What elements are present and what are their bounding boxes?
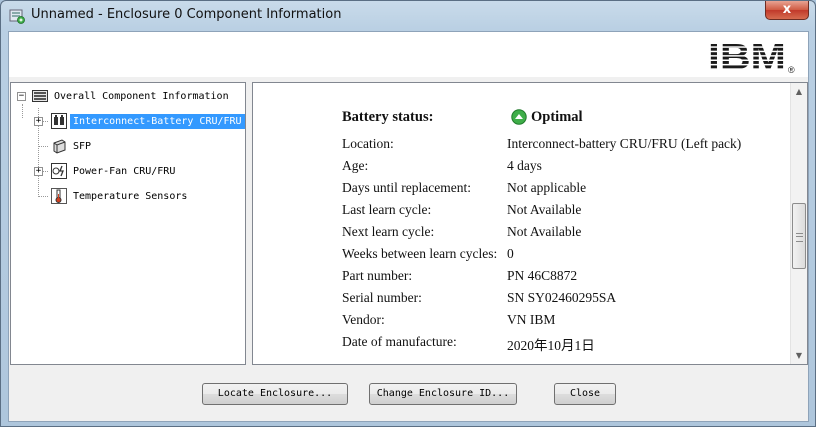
property-value: SN SY02460295SA (507, 290, 617, 305)
property-label: Vendor: (342, 312, 385, 327)
logo-band: IBM ® (9, 32, 808, 77)
tree-item-overall[interactable]: Overall Component Information (32, 86, 232, 106)
property-value: Not applicable (507, 180, 587, 195)
property-value: 4 days (507, 158, 542, 173)
property-value: 0 (507, 246, 514, 261)
tree-item-power-fan[interactable]: Power-Fan CRU/FRU (51, 161, 178, 181)
property-label: Last learn cycle: (342, 202, 432, 217)
collapse-toggle[interactable]: − (17, 92, 26, 101)
tree-line (22, 104, 23, 118)
dialog-body: IBM ® − Overall Component Information + … (8, 31, 809, 422)
property-value: VN IBM (507, 312, 556, 327)
property-label: Location: (342, 136, 394, 151)
expand-toggle[interactable]: + (34, 117, 43, 126)
tree-item-sfp[interactable]: SFP (51, 136, 94, 156)
property-label: Age: (342, 158, 369, 173)
property-label: Date of manufacture: (342, 334, 457, 349)
sfp-icon (53, 139, 66, 154)
tree-item-label: Overall Component Information (54, 90, 229, 102)
tree-item-temperature[interactable]: Temperature Sensors (51, 186, 190, 206)
property-label: Next learn cycle: (342, 224, 435, 239)
ibm-logo-text: IBM (708, 39, 786, 75)
expand-toggle[interactable]: + (34, 167, 43, 176)
ibm-logo: IBM ® (708, 39, 795, 75)
component-details: Battery status: Optimal Location: Interc… (252, 82, 808, 365)
property-value: Interconnect-battery CRU/FRU (Left pack) (507, 136, 742, 151)
scroll-up-arrow-icon[interactable]: ▲ (791, 83, 807, 100)
thermometer-icon (51, 188, 67, 204)
component-info-window: Unnamed - Enclosure 0 Component Informat… (0, 0, 816, 427)
property-label: Part number: (342, 268, 413, 283)
tree-item-label: Power-Fan CRU/FRU (73, 165, 176, 177)
battery-status-value: Optimal (531, 109, 583, 125)
property-value: 2020年10月1日 (507, 338, 595, 353)
enclosure-icon (32, 90, 48, 102)
property-label: Weeks between learn cycles: (342, 246, 498, 261)
close-button[interactable]: Close (554, 383, 616, 405)
tree-item-label: Temperature Sensors (73, 190, 188, 202)
tree-item-interconnect-battery[interactable]: Interconnect-Battery CRU/FRU (51, 111, 245, 131)
battery-status-label: Battery status: (342, 109, 434, 125)
tree-item-label: SFP (73, 140, 92, 152)
title-bar[interactable]: Unnamed - Enclosure 0 Component Informat… (1, 1, 815, 31)
window-close-button[interactable]: x (765, 1, 809, 20)
scroll-thumb[interactable] (792, 203, 806, 269)
details-scrollbar[interactable]: ▲ ▼ (790, 83, 807, 364)
property-value: PN 46C8872 (507, 268, 578, 283)
property-label: Days until replacement: (342, 180, 471, 195)
tree-line (38, 146, 48, 147)
locate-enclosure-button[interactable]: Locate Enclosure... (202, 383, 348, 405)
scroll-down-arrow-icon[interactable]: ▼ (791, 347, 807, 364)
battery-icon (51, 113, 67, 129)
property-value: Not Available (507, 224, 582, 239)
optimal-status-icon (511, 109, 527, 125)
property-label: Serial number: (342, 290, 422, 305)
component-tree: − Overall Component Information + Interc… (10, 82, 246, 365)
ibm-logo-mark: ® (788, 65, 795, 75)
power-fan-icon (51, 163, 67, 179)
change-enclosure-id-button[interactable]: Change Enclosure ID... (369, 383, 517, 405)
tree-line (38, 196, 48, 197)
tree-item-label: Interconnect-Battery CRU/FRU (70, 113, 245, 129)
window-title: Unnamed - Enclosure 0 Component Informat… (31, 7, 342, 22)
app-icon (9, 9, 25, 24)
property-value: Not Available (507, 202, 582, 217)
